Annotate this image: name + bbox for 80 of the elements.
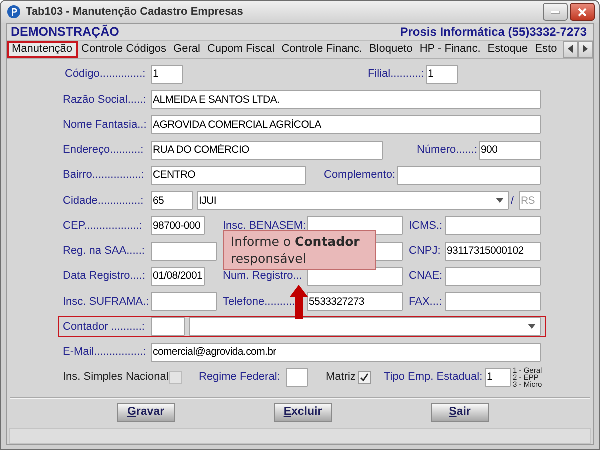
field-label: Telefone..........	[223, 296, 296, 308]
field-label: Contador ..........:	[63, 320, 146, 333]
field-label: Num. Registro...	[223, 270, 304, 282]
input-field[interactable]: 01/08/2001	[151, 266, 205, 286]
input-field[interactable]: 65	[151, 191, 193, 210]
tab[interactable]: Controle Financ.	[278, 40, 366, 58]
field-label: Matriz	[326, 371, 357, 384]
tooltip: Informe o Contador responsável	[223, 230, 376, 270]
field-label: Endereço..........:	[63, 144, 145, 156]
field-label: Insc. BENASEM:	[223, 220, 307, 232]
input-field[interactable]: CENTRO	[151, 166, 306, 185]
field-label: E-Mail................:	[63, 346, 148, 358]
input-field[interactable]: 900	[479, 140, 541, 160]
field-label: Data Registro....:	[63, 270, 147, 282]
field-label: CNAE:	[409, 270, 444, 282]
window-title: Tab103 - Manutenção Cadastro Empresas	[26, 6, 244, 18]
tab[interactable]: Bloqueto	[366, 40, 416, 58]
scroll-left-button[interactable]	[563, 40, 578, 58]
input-field[interactable]: 93117315000102	[445, 242, 541, 261]
input-field[interactable]	[151, 317, 185, 336]
field-label: Tipo Emp. Estadual:	[384, 371, 483, 384]
input-field[interactable]: 5533327273	[307, 292, 403, 312]
dropdown[interactable]	[189, 317, 541, 336]
field-label: CNPJ:	[409, 245, 442, 258]
left-arrow-icon	[568, 45, 573, 54]
field-label: Número......:	[417, 144, 477, 156]
input-field[interactable]	[151, 292, 217, 312]
tab[interactable]: HP - Financ.	[416, 40, 484, 58]
field-label: Razão Social.....:	[63, 94, 148, 106]
input-field[interactable]	[151, 242, 217, 261]
checkbox[interactable]	[358, 370, 371, 384]
field-label: Bairro................:	[63, 169, 146, 182]
minimize-icon	[551, 10, 560, 14]
field-label: /	[511, 194, 516, 207]
field-label: Nome Fantasia..:	[63, 118, 148, 131]
tab[interactable]: Geral	[170, 40, 204, 58]
input-field[interactable]	[397, 166, 541, 185]
field-label: FAX...:	[409, 296, 444, 308]
input-field[interactable]: 98700-000	[151, 216, 205, 236]
input-field[interactable]	[445, 266, 541, 286]
input-field[interactable]: comercial@agrovida.com.br	[151, 342, 541, 362]
tab[interactable]: Esto	[532, 40, 560, 58]
dropdown[interactable]: IJUI	[197, 191, 509, 210]
right-arrow-icon	[583, 45, 588, 54]
field-label: ICMS.:	[409, 220, 444, 232]
input-field[interactable]	[445, 292, 541, 312]
field-label: Regime Federal:	[199, 371, 282, 384]
close-icon	[578, 8, 587, 16]
action-button[interactable]: Gravar	[117, 402, 175, 422]
field-label: CEP..................:	[63, 220, 144, 232]
input-field[interactable]: 1	[426, 64, 458, 84]
input-field[interactable]	[286, 368, 308, 387]
input-field[interactable]: 1	[485, 368, 511, 387]
scroll-right-button[interactable]	[578, 40, 593, 58]
input-field[interactable]: 1	[151, 64, 183, 84]
minimize-button[interactable]	[543, 3, 568, 21]
caret-icon	[496, 198, 504, 204]
close-button[interactable]	[570, 3, 595, 21]
checkbox[interactable]	[169, 370, 182, 384]
input-field[interactable]: RUA DO COMÉRCIO	[151, 140, 383, 160]
tab[interactable]: Manutenção	[7, 40, 78, 58]
field-label: Filial..........:	[368, 68, 424, 80]
input-field[interactable]: AGROVIDA COMERCIAL AGRÍCOLA	[151, 115, 541, 134]
field-label: Insc. SUFRAMA.:	[63, 296, 150, 308]
action-button[interactable]: Excluir	[274, 402, 332, 422]
field-label: Ins. Simples Nacional	[63, 371, 169, 384]
field-label: Reg. na SAA.....:	[63, 245, 146, 258]
company-name: DEMONSTRAÇÃO	[11, 24, 120, 39]
field-label: Cidade..............:	[63, 194, 145, 207]
action-button[interactable]: Sair	[431, 402, 489, 422]
tab[interactable]: Controle Códigos	[78, 40, 170, 58]
app-logo-icon	[7, 5, 21, 19]
field-label: Complemento:	[324, 169, 396, 182]
vendor-contact: Prosis Informática (55)3332-7273	[400, 24, 587, 39]
tab[interactable]: Cupom Fiscal	[204, 40, 278, 58]
input-field[interactable]	[445, 216, 541, 236]
field-label: Código..............:	[65, 68, 147, 80]
input-field[interactable]: ALMEIDA E SANTOS LTDA.	[151, 90, 541, 110]
caret-icon	[528, 324, 536, 330]
tab[interactable]: Estoque	[484, 40, 532, 58]
